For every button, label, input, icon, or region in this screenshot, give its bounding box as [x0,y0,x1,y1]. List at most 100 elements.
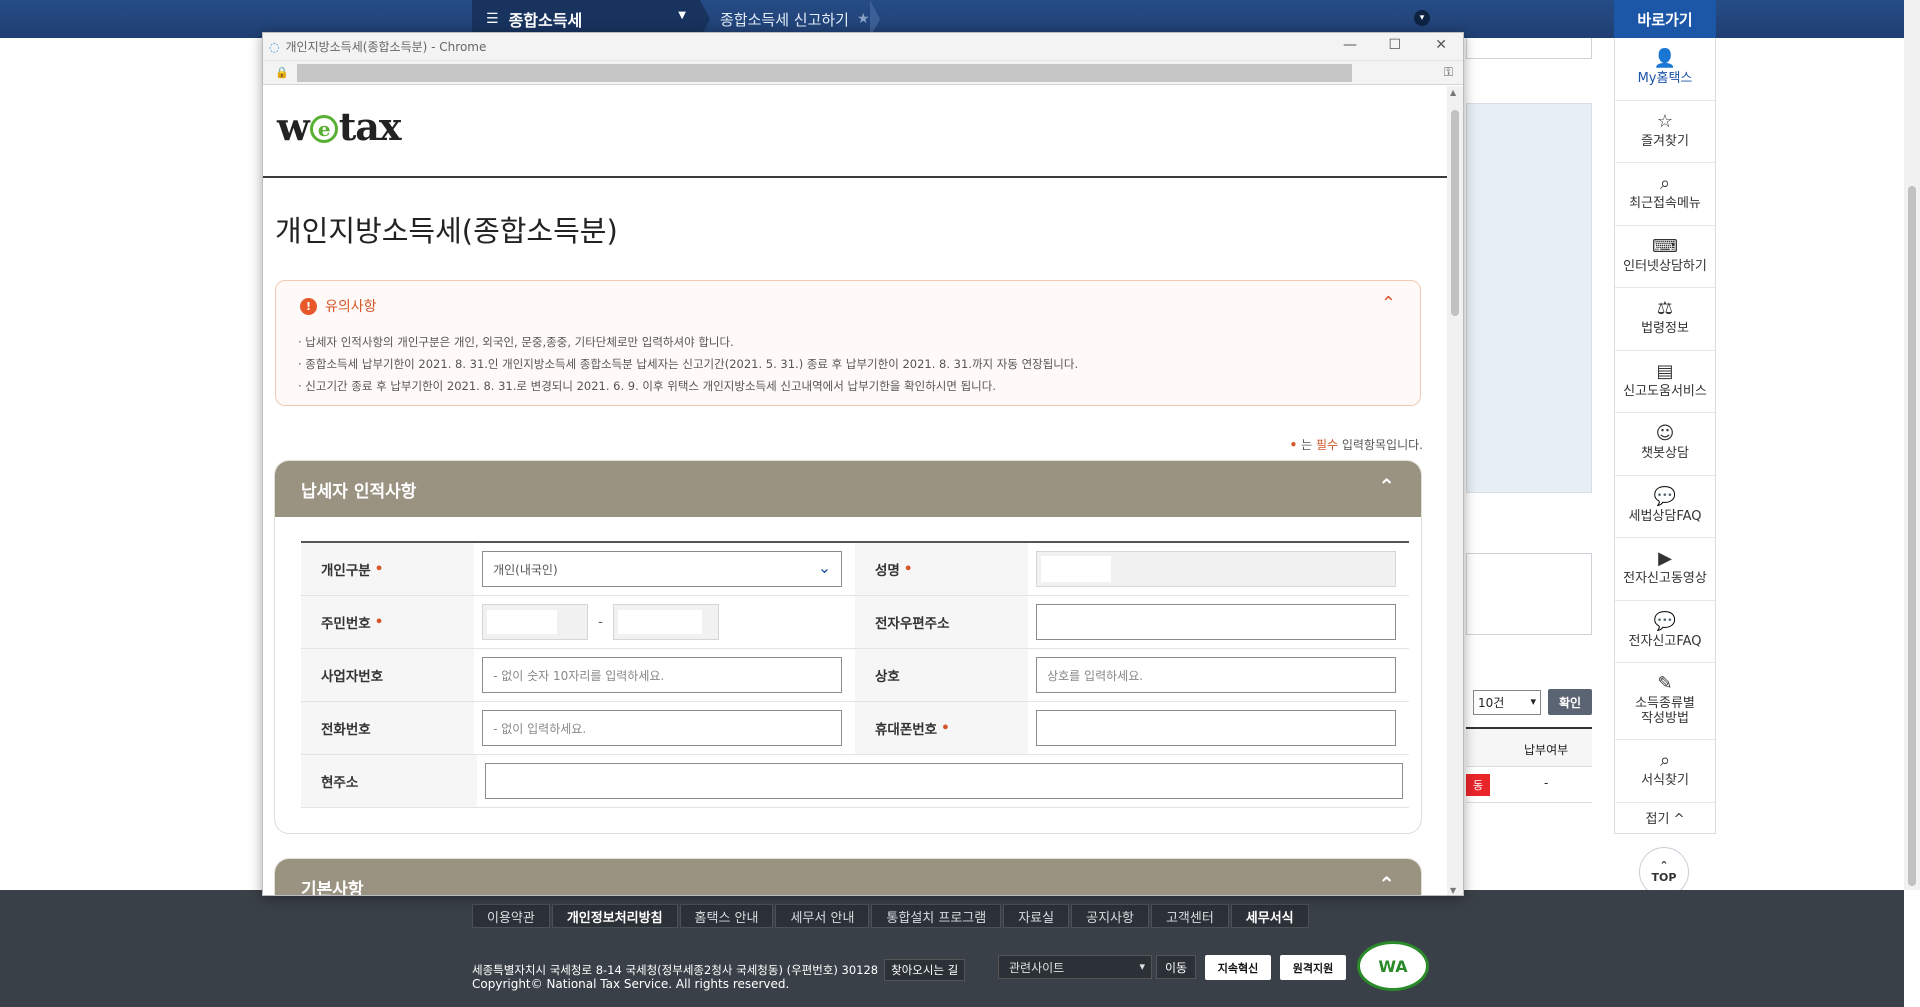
url-redacted [296,63,1352,82]
field-label: 전화번호 [301,702,475,754]
page-title: 개인지방소득세(종합소득분) [275,214,618,248]
favorite-star-icon[interactable]: ★ [857,11,870,27]
collapse-chevron-icon[interactable]: ⌃ [1381,293,1396,314]
collapse-chevron-icon[interactable]: ⌃ [1378,474,1395,498]
footer-link-tax-forms[interactable]: 세무서식 [1230,904,1309,928]
wa-certification-logo: WA [1357,941,1429,991]
section-header[interactable]: 납세자 인적사항 ⌃ [275,461,1421,517]
background-panel [1466,103,1592,493]
chevron-down-icon[interactable]: ▾ [1414,10,1430,26]
quick-income-guide[interactable]: ✎ 소득종류별 작성방법 [1615,663,1715,740]
mobile-field[interactable] [1036,710,1397,746]
popup-window: ◌ 개인지방소득세(종합소득분) - Chrome — ☐ ✕ 🔒 ⚿ w e ta… [262,32,1464,896]
status-badge[interactable]: 동 [1466,774,1490,796]
address-bar[interactable]: 🔒 ⚿ [263,61,1463,85]
field-label: 주민번호 • [301,596,475,648]
popup-scrollbar[interactable]: ▲ ▼ [1447,86,1463,895]
directions-link[interactable]: 찾아오시는 길 [884,959,966,981]
quick-e-filing-faq[interactable]: 💬 전자신고FAQ [1615,601,1715,663]
loading-icon: ◌ [269,39,280,54]
scroll-up-arrow-icon[interactable]: ▲ [1450,88,1456,97]
popup-scrollbar-thumb[interactable] [1451,110,1459,316]
section-header[interactable]: 기본사항 ⌃ [275,859,1421,896]
hamburger-icon: ☰ [486,11,499,27]
speech-bubble-icon: 💬 [1653,610,1677,632]
innovation-badge[interactable]: 지속혁신 [1205,955,1271,980]
footer-link-install[interactable]: 통합설치 프로그램 [871,904,1002,928]
related-sites-select[interactable]: 관련사이트 [998,955,1152,979]
rrn-back-field[interactable] [612,604,719,640]
quick-recent-menu[interactable]: ⌕ 최근접속메뉴 [1615,163,1715,226]
field-cell [1028,543,1409,595]
quick-online-consult[interactable]: ⌨ 인터넷상담하기 [1615,226,1715,288]
page-size-select[interactable]: 10건 [1473,690,1541,715]
payment-status: - [1544,776,1549,790]
quick-filing-help[interactable]: ▤ 신고도움서비스 [1615,351,1715,413]
lock-icon: 🔒 [275,66,289,79]
basic-info-section: 기본사항 ⌃ [275,859,1421,896]
window-titlebar: ◌ 개인지방소득세(종합소득분) - Chrome — ☐ ✕ [263,33,1463,61]
notice-lines: · 납세자 인적사항의 개인구분은 개인, 외국인, 문중,종중, 기타단체로만… [298,331,1078,397]
rrn-front-field[interactable] [482,604,589,640]
chevron-down-icon: ⌄ [817,558,832,577]
confirm-button[interactable]: 확인 [1548,689,1592,715]
scroll-down-arrow-icon[interactable]: ▼ [1450,886,1456,895]
maximize-icon[interactable]: ☐ [1388,37,1401,53]
remote-support-badge[interactable]: 원격지원 [1280,955,1346,980]
background-box [1466,38,1592,59]
go-button[interactable]: 이동 [1156,955,1196,979]
notice-header: ! 유의사항 [300,296,377,316]
quick-my-hometax[interactable]: 👤 My홈택스 [1615,38,1715,101]
form-row: 사업자번호 - 없이 숫자 10자리를 입력하세요. 상호 상호를 입력하세요. [301,649,1409,702]
footer-link-customer[interactable]: 고객센터 [1150,904,1229,928]
taxpayer-info-section: 납세자 인적사항 ⌃ 개인구분 • 개인(내국인) ⌄ 성명 • 주민번호 • - [275,461,1421,833]
redacted-value [487,610,558,634]
business-number-field[interactable]: - 없이 숫자 10자리를 입력하세요. [482,657,843,693]
email-field[interactable] [1036,604,1397,640]
field-label: 상호 [855,649,1029,701]
quick-favorites[interactable]: ☆ 즐겨찾기 [1615,101,1715,163]
wetax-logo[interactable]: w e tax [277,104,402,149]
footer-link-notice[interactable]: 공지사항 [1071,904,1149,928]
quick-law-info[interactable]: ⚖ 법령정보 [1615,288,1715,351]
footer-link-terms[interactable]: 이용약관 [472,904,550,928]
section-title: 납세자 인적사항 [301,481,417,502]
address-field[interactable] [485,763,1403,799]
person-type-select[interactable]: 개인(내국인) ⌄ [482,551,843,587]
field-label: 현주소 [301,755,477,807]
field-label: 개인구분 • [301,543,475,595]
field-label: 성명 • [855,543,1029,595]
quick-fold-button[interactable]: 접기 ^ [1615,803,1715,833]
close-icon[interactable]: ✕ [1435,37,1447,53]
section-title: 기본사항 [301,879,364,896]
edit-check-icon: ✎ [1657,673,1673,695]
form-row: 전화번호 - 없이 입력하세요. 휴대폰번호 • [301,702,1409,755]
field-cell: - 없이 입력하세요. [474,702,855,754]
footer-link-privacy[interactable]: 개인정보처리방침 [551,904,678,928]
footer-link-tax-office[interactable]: 세무서 안내 [775,904,870,928]
quick-chatbot[interactable]: ☺ 챗봇상담 [1615,413,1715,476]
collapse-chevron-icon[interactable]: ⌃ [1378,872,1395,895]
site-footer: 이용약관 개인정보처리방침 홈택스 안내 세무서 안내 통합설치 프로그램 자료… [0,890,1904,1007]
column-header-payment: 납부여부 [1524,743,1569,757]
field-label: 휴대폰번호 • [855,702,1029,754]
popup-content: w e tax 개인지방소득세(종합소득분) ! 유의사항 ⌃ · 납세자 인적사항… [263,86,1449,896]
notice-line: · 신고기간 종료 후 납부기한이 2021. 8. 31.로 변경되니 202… [298,379,996,393]
key-icon[interactable]: ⚿ [1444,65,1453,80]
phone-field[interactable]: - 없이 입력하세요. [482,710,843,746]
minimize-icon[interactable]: — [1343,37,1357,53]
name-field[interactable] [1036,551,1397,587]
search-icon: ⌕ [1659,750,1671,772]
quick-e-filing-video[interactable]: ▶ 전자신고동영상 [1615,538,1715,601]
company-name-field[interactable]: 상호를 입력하세요. [1036,657,1397,693]
quick-find-form[interactable]: ⌕ 서식찾기 [1615,740,1715,803]
brand-header: w e tax [263,86,1449,178]
footer-link-library[interactable]: 자료실 [1003,904,1070,928]
footer-link-hometax-guide[interactable]: 홈택스 안내 [679,904,774,928]
page-scrollbar-thumb[interactable] [1908,186,1916,886]
form-row: 현주소 [301,755,1409,808]
quick-tax-faq[interactable]: 💬 세법상담FAQ [1615,476,1715,538]
field-label: 전자우편주소 [855,596,1029,648]
quick-links-panel: 👤 My홈택스 ☆ 즐겨찾기 ⌕ 최근접속메뉴 ⌨ 인터넷상담하기 ⚖ 법령정보 ▤ 신고도… [1614,38,1716,834]
page-scrollbar[interactable] [1904,0,1920,890]
